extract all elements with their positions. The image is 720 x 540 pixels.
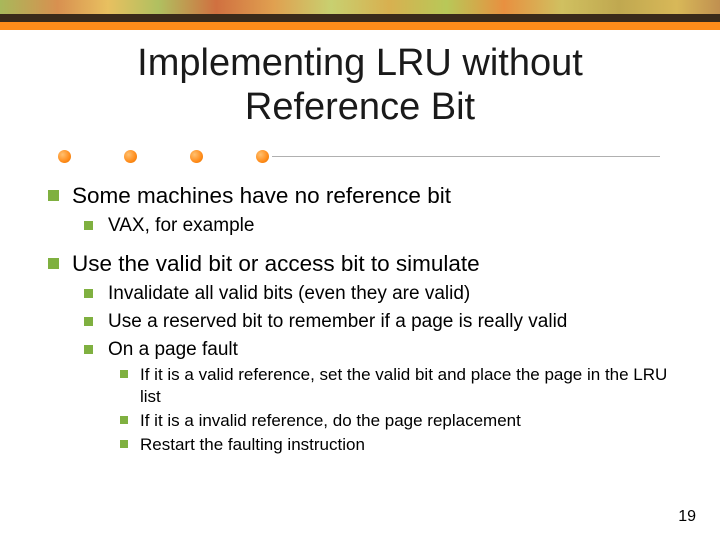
bullet-square-icon (84, 289, 93, 298)
bullet-text: If it is a invalid reference, do the pag… (140, 411, 521, 430)
decorative-dot-row (58, 150, 660, 168)
bullet-level-2: VAX, for example (84, 214, 680, 238)
bullet-level-2: On a page fault (84, 338, 680, 362)
page-number: 19 (678, 508, 696, 526)
bullet-text: If it is a valid reference, set the vali… (140, 365, 667, 405)
bullet-level-3: Restart the faulting instruction (120, 434, 680, 455)
slide-body: Some machines have no reference bit VAX,… (48, 176, 680, 455)
bullet-square-icon (120, 440, 128, 448)
decorative-top-band (0, 0, 720, 14)
bullet-square-icon (48, 190, 59, 201)
decorative-orange-band (0, 22, 720, 30)
dot-icon (256, 150, 269, 163)
bullet-square-icon (48, 258, 59, 269)
bullet-level-3: If it is a invalid reference, do the pag… (120, 410, 680, 431)
bullet-square-icon (84, 221, 93, 230)
bullet-level-2: Use a reserved bit to remember if a page… (84, 310, 680, 334)
bullet-level-1: Some machines have no reference bit (48, 182, 680, 210)
bullet-text: VAX, for example (108, 215, 254, 236)
bullet-text: Use a reserved bit to remember if a page… (108, 311, 567, 332)
bullet-square-icon (84, 317, 93, 326)
bullet-square-icon (120, 370, 128, 378)
bullet-text: Invalidate all valid bits (even they are… (108, 283, 470, 304)
dot-icon (190, 150, 203, 163)
bullet-square-icon (120, 416, 128, 424)
bullet-level-3: If it is a valid reference, set the vali… (120, 364, 680, 407)
bullet-text: Some machines have no reference bit (72, 183, 451, 208)
decorative-dark-band (0, 14, 720, 22)
bullet-square-icon (84, 345, 93, 354)
bullet-text: On a page fault (108, 339, 238, 360)
dot-icon (124, 150, 137, 163)
bullet-level-1: Use the valid bit or access bit to simul… (48, 250, 680, 278)
dot-icon (58, 150, 71, 163)
bullet-level-2: Invalidate all valid bits (even they are… (84, 282, 680, 306)
slide-title: Implementing LRU without Reference Bit (0, 42, 720, 129)
bullet-text: Use the valid bit or access bit to simul… (72, 251, 480, 276)
title-line-2: Reference Bit (245, 86, 475, 128)
divider-line (272, 156, 660, 157)
bullet-text: Restart the faulting instruction (140, 435, 365, 454)
title-line-1: Implementing LRU without (137, 42, 583, 84)
